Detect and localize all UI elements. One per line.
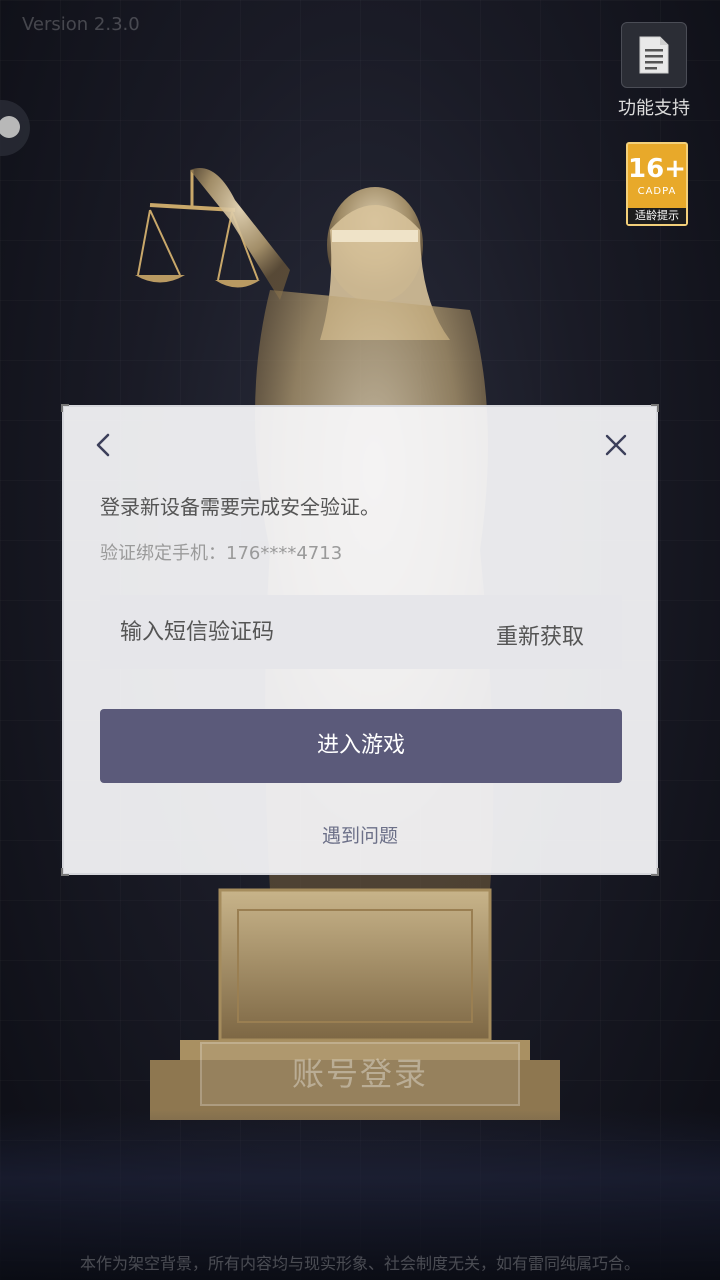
account-login-button[interactable]: 账号登录 [200, 1042, 520, 1106]
age-tip: 适龄提示 [628, 208, 686, 224]
chevron-left-icon [96, 433, 110, 457]
floating-ball-icon [0, 116, 20, 138]
security-verification-dialog: 登录新设备需要完成安全验证。 验证绑定手机：176****4713 重新获取 进… [61, 404, 659, 876]
age-rating: 16+ [628, 154, 686, 184]
support-button[interactable]: 功能支持 [614, 22, 694, 120]
close-button[interactable] [602, 431, 630, 459]
document-icon [621, 22, 687, 88]
enter-game-button[interactable]: 进入游戏 [100, 709, 622, 783]
bound-phone-text: 验证绑定手机：176****4713 [100, 543, 343, 564]
verification-message: 登录新设备需要完成安全验证。 [100, 495, 380, 519]
dialog-corner [61, 404, 69, 412]
problem-link[interactable]: 遇到问题 [64, 821, 656, 848]
dialog-corner [651, 868, 659, 876]
support-label: 功能支持 [618, 98, 690, 119]
dialog-corner [651, 404, 659, 412]
sms-code-field: 重新获取 [100, 595, 622, 669]
back-button[interactable] [90, 431, 118, 459]
close-icon [605, 434, 627, 456]
version-label: Version 2.3.0 [22, 14, 140, 35]
disclaimer-text: 本作为架空背景，所有内容均与现实形象、社会制度无关，如有雷同纯属巧合。 [79, 1254, 640, 1273]
age-org: CADPA [637, 186, 677, 197]
dialog-corner [61, 868, 69, 876]
age-rating-badge[interactable]: 16+ CADPA 适龄提示 [626, 142, 688, 226]
resend-code-button[interactable]: 重新获取 [496, 619, 584, 651]
sms-code-input[interactable] [120, 595, 460, 669]
